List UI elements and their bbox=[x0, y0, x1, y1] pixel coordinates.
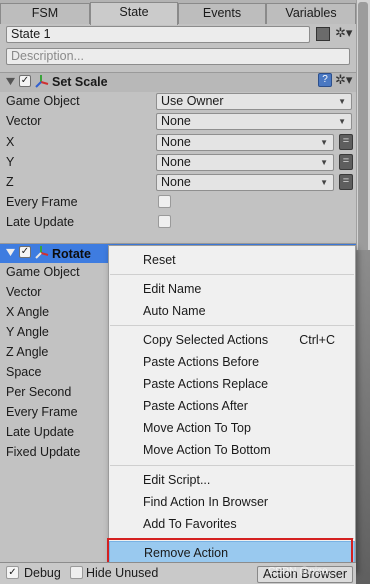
field-label: Every Frame bbox=[6, 195, 78, 209]
variable-toggle-button[interactable]: = bbox=[339, 174, 353, 190]
field-label: Late Update bbox=[6, 425, 75, 439]
field-label: Vector bbox=[6, 285, 42, 299]
menu-item-edit-script[interactable]: Edit Script... bbox=[109, 469, 355, 491]
help-icon[interactable]: ? bbox=[318, 73, 332, 87]
gear-icon[interactable]: ✲▾ bbox=[335, 26, 352, 40]
action-enabled-checkbox[interactable]: ✓ bbox=[19, 246, 31, 258]
every-frame-checkbox[interactable] bbox=[158, 195, 171, 208]
action-settings-gear-icon[interactable]: ✲▾ bbox=[335, 73, 352, 87]
menu-item-find-action-in-browser[interactable]: Find Action In Browser bbox=[109, 491, 355, 513]
vector-dropdown[interactable]: None ▼ bbox=[156, 113, 352, 130]
watermark-text: CSDN @nico... bbox=[268, 566, 336, 577]
menu-item-move-action-to-top[interactable]: Move Action To Top bbox=[109, 417, 355, 439]
field-label: Game Object bbox=[6, 265, 80, 279]
description-input[interactable]: Description... bbox=[6, 48, 350, 65]
action-title-rotate: Rotate bbox=[52, 247, 91, 261]
field-label: Z bbox=[6, 175, 14, 189]
y-dropdown[interactable]: None ▼ bbox=[156, 154, 334, 171]
x-dropdown[interactable]: None ▼ bbox=[156, 134, 334, 151]
menu-separator bbox=[110, 325, 354, 326]
field-label: X bbox=[6, 135, 15, 149]
field-label: Fixed Update bbox=[6, 445, 81, 459]
menu-item-move-action-to-bottom[interactable]: Move Action To Bottom bbox=[109, 439, 355, 461]
field-label: Game Object bbox=[6, 94, 80, 108]
variable-toggle-button[interactable]: = bbox=[339, 134, 353, 150]
menu-separator bbox=[110, 465, 354, 466]
action-enabled-checkbox[interactable]: ✓ bbox=[19, 75, 31, 87]
hide-unused-checkbox[interactable] bbox=[70, 566, 83, 579]
field-label: Y Angle bbox=[6, 325, 49, 339]
menu-item-copy-selected-actions[interactable]: Copy Selected Actions Ctrl+C bbox=[109, 329, 355, 351]
menu-item-paste-actions-replace[interactable]: Paste Actions Replace bbox=[109, 373, 355, 395]
field-label: Every Frame bbox=[6, 405, 78, 419]
tab-fsm[interactable]: FSM bbox=[0, 3, 90, 24]
state-name-input[interactable]: State 1 bbox=[6, 26, 310, 43]
menu-item-add-to-favorites[interactable]: Add To Favorites bbox=[109, 513, 355, 535]
late-update-checkbox[interactable] bbox=[158, 215, 171, 228]
variable-toggle-button[interactable]: = bbox=[339, 154, 353, 170]
field-label: Space bbox=[6, 365, 42, 379]
tab-events[interactable]: Events bbox=[178, 3, 266, 24]
fold-arrow-icon[interactable] bbox=[6, 77, 15, 86]
hide-unused-label: Hide Unused bbox=[86, 566, 159, 580]
field-label: Per Second bbox=[6, 385, 72, 399]
field-label: Y bbox=[6, 155, 15, 169]
menu-item-paste-actions-before[interactable]: Paste Actions Before bbox=[109, 351, 355, 373]
game-object-dropdown[interactable]: Use Owner ▼ bbox=[156, 93, 352, 110]
field-label: Vector bbox=[6, 114, 42, 128]
menu-item-edit-name[interactable]: Edit Name bbox=[109, 278, 355, 300]
transform-axes-icon bbox=[35, 246, 49, 259]
menu-item-auto-name[interactable]: Auto Name bbox=[109, 300, 355, 322]
action-title-set-scale: Set Scale bbox=[52, 75, 108, 89]
field-label: Late Update bbox=[6, 215, 75, 229]
field-label: Z Angle bbox=[6, 345, 49, 359]
tab-state[interactable]: State bbox=[90, 2, 178, 25]
debug-label: Debug bbox=[24, 566, 61, 580]
debug-checkbox[interactable]: ✓ bbox=[6, 566, 19, 579]
menu-separator bbox=[110, 274, 354, 275]
field-label: X Angle bbox=[6, 305, 50, 319]
state-color-swatch[interactable] bbox=[316, 27, 330, 41]
background-window-edge bbox=[356, 250, 370, 584]
z-dropdown[interactable]: None ▼ bbox=[156, 174, 334, 191]
tab-variables[interactable]: Variables bbox=[266, 3, 356, 24]
transform-axes-icon bbox=[35, 75, 49, 88]
fold-arrow-icon[interactable] bbox=[6, 248, 15, 257]
menu-item-reset[interactable]: Reset bbox=[109, 249, 355, 271]
menu-item-paste-actions-after[interactable]: Paste Actions After bbox=[109, 395, 355, 417]
